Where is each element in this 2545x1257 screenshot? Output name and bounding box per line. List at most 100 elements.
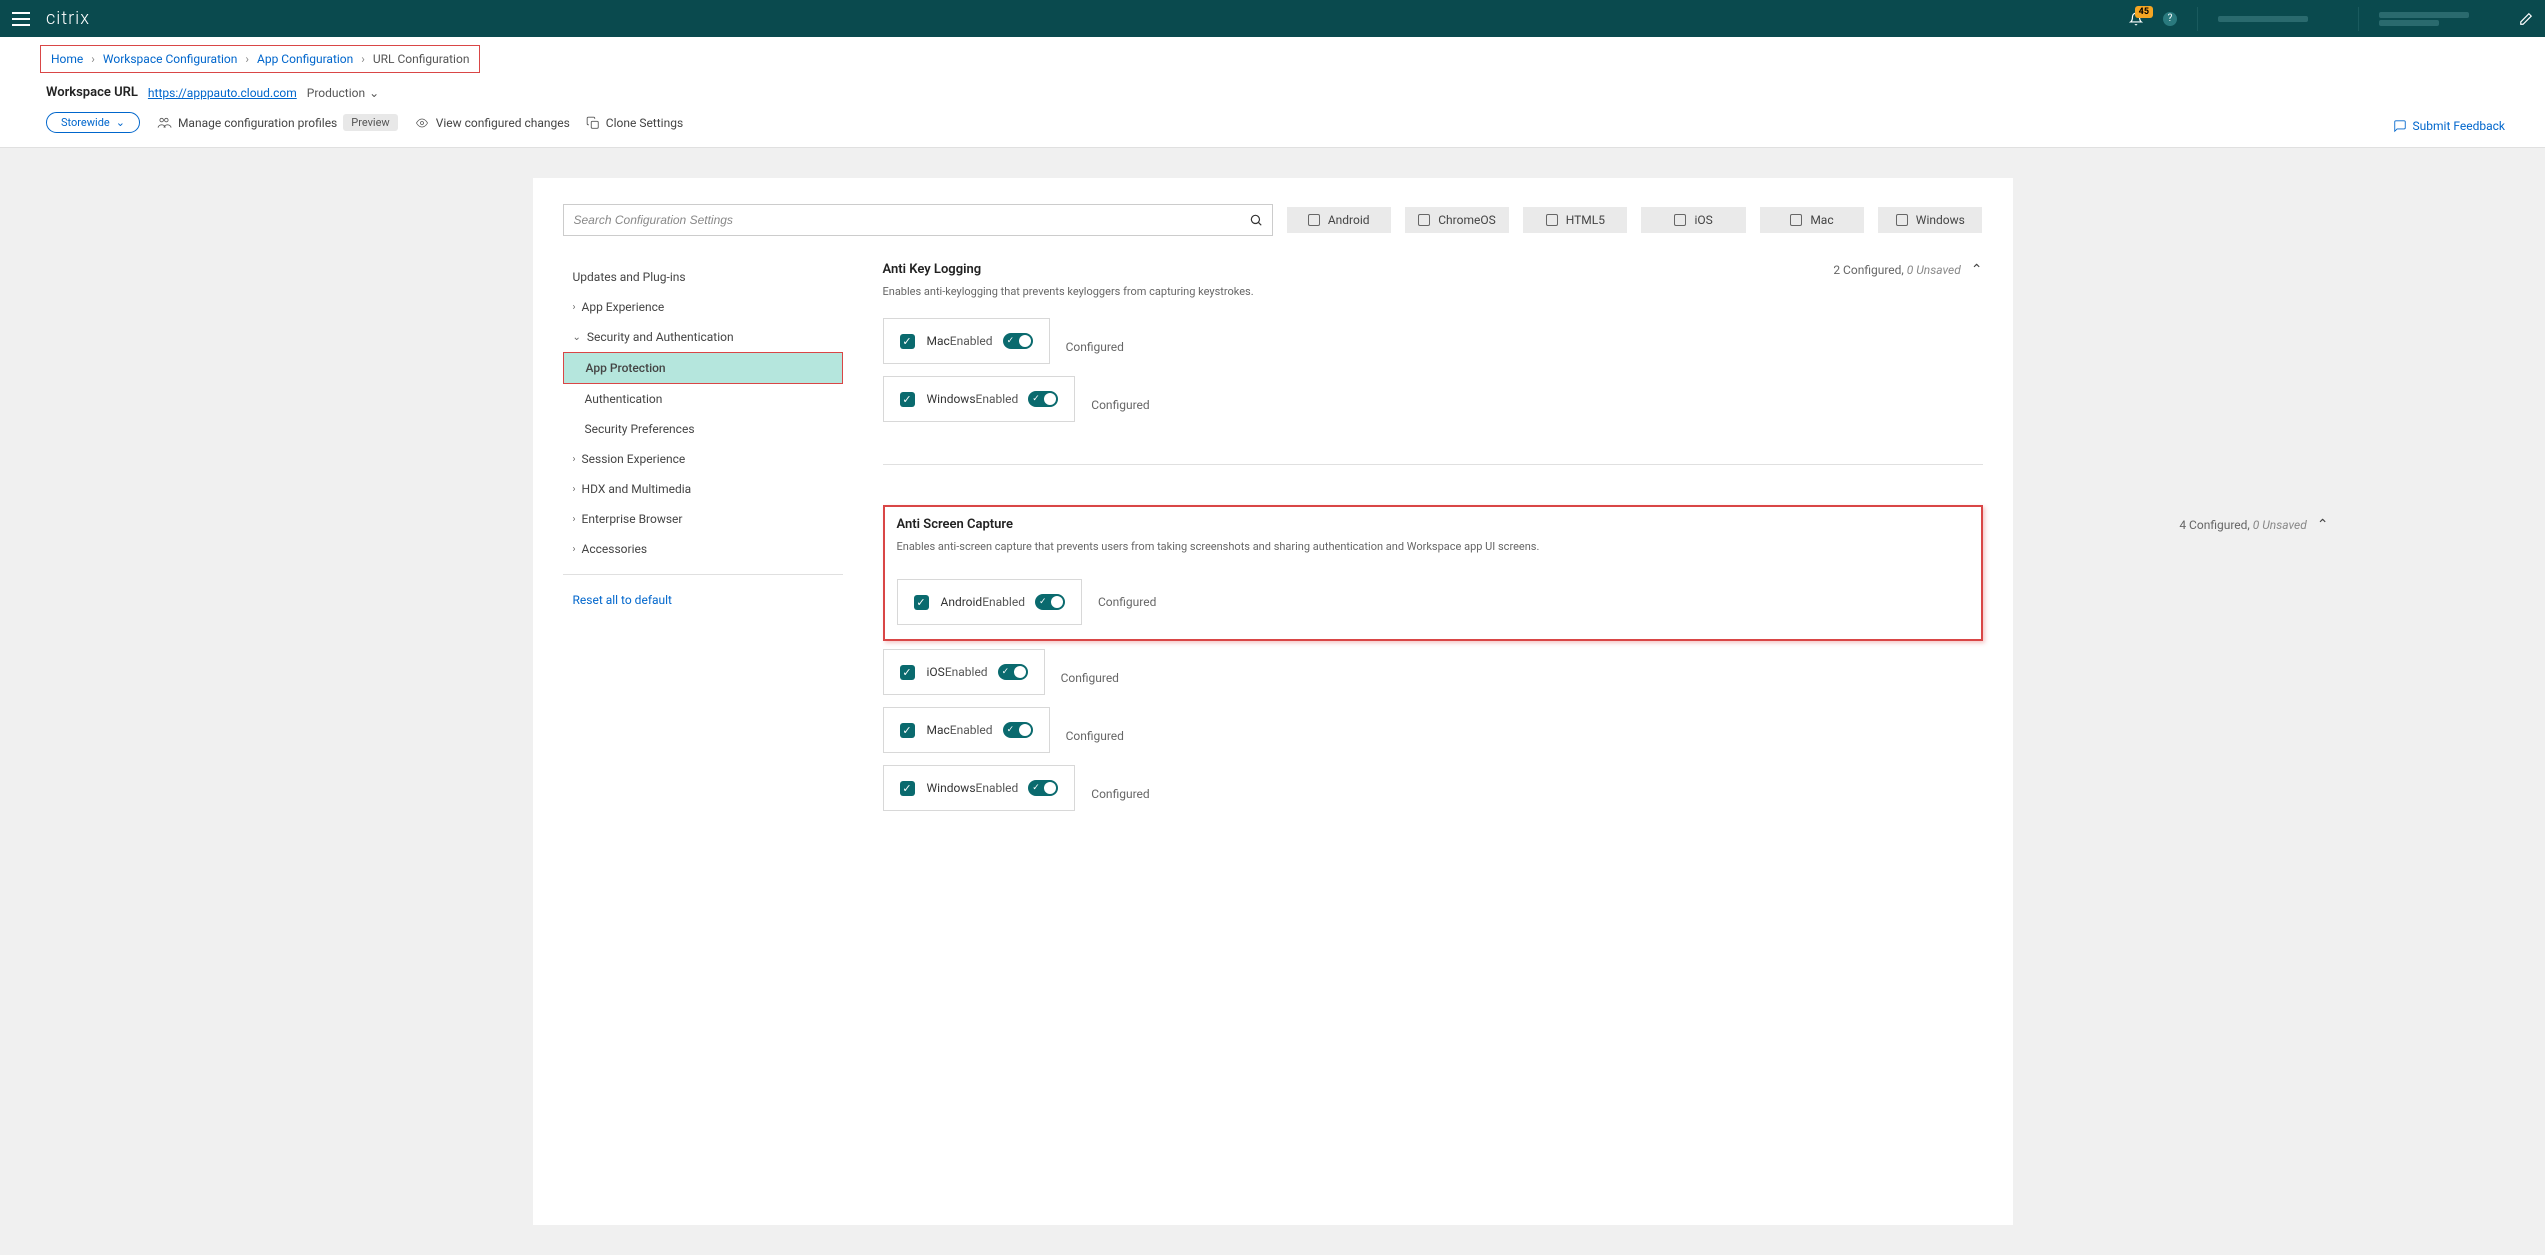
sidebar-item-security-auth[interactable]: ⌄Security and Authentication <box>563 322 843 352</box>
platform-name: Windows <box>927 781 976 795</box>
breadcrumb-app-config[interactable]: App Configuration <box>257 52 353 66</box>
section-anti-key-logging: Anti Key Logging Enables anti-keylogging… <box>883 262 1983 465</box>
toggle-switch[interactable]: ✓ <box>1003 722 1033 738</box>
checkbox-icon <box>1674 214 1686 226</box>
section-title: Anti Key Logging <box>883 262 1254 277</box>
help-icon[interactable]: ? <box>2163 12 2177 26</box>
sidebar-item-authentication[interactable]: Authentication <box>563 384 843 414</box>
checkbox-checked-icon[interactable]: ✓ <box>900 392 915 407</box>
checkbox-checked-icon[interactable]: ✓ <box>900 723 915 738</box>
chevron-right-icon: › <box>91 52 95 66</box>
platform-name: Mac <box>927 723 950 737</box>
filter-label: HTML5 <box>1566 213 1605 227</box>
toggle-switch[interactable]: ✓ <box>1028 780 1058 796</box>
edit-icon[interactable] <box>2519 12 2533 26</box>
chevron-up-icon[interactable]: ⌃ <box>2317 517 2329 533</box>
breadcrumb-workspace-config[interactable]: Workspace Configuration <box>103 52 238 66</box>
enabled-label: Enabled <box>950 723 993 737</box>
platform-row-wrap: ✓ Mac Enabled ✓ Configured <box>883 707 1983 765</box>
manage-profiles-label: Manage configuration profiles <box>178 116 337 130</box>
environment-dropdown[interactable]: Production ⌄ <box>307 86 379 100</box>
status-label: Configured <box>1066 729 1146 743</box>
search-icon[interactable] <box>1249 213 1263 227</box>
view-changes-label: View configured changes <box>436 116 570 130</box>
sidebar-item-app-experience[interactable]: ›App Experience <box>563 292 843 322</box>
checkbox-checked-icon[interactable]: ✓ <box>900 665 915 680</box>
view-changes-button[interactable]: View configured changes <box>414 116 570 130</box>
platform-row-ios: ✓ iOS Enabled ✓ <box>883 649 1045 695</box>
breadcrumb-home[interactable]: Home <box>51 52 83 66</box>
search-input[interactable] <box>563 204 1273 236</box>
platform-row-android: ✓ Android Enabled ✓ <box>897 579 1082 625</box>
configured-count: 2 Configured, <box>1833 263 1903 277</box>
menu-icon[interactable] <box>12 12 30 26</box>
sidebar-item-security-prefs[interactable]: Security Preferences <box>563 414 843 444</box>
user-label <box>2379 12 2499 26</box>
checkbox-icon <box>1790 214 1802 226</box>
toggle-switch[interactable]: ✓ <box>1028 391 1058 407</box>
checkbox-icon <box>1308 214 1320 226</box>
checkbox-checked-icon[interactable]: ✓ <box>900 334 915 349</box>
filter-mac[interactable]: Mac <box>1760 207 1864 233</box>
preview-badge: Preview <box>343 114 397 131</box>
filter-html5[interactable]: HTML5 <box>1523 207 1627 233</box>
toggle-switch[interactable]: ✓ <box>998 664 1028 680</box>
workspace-url-link[interactable]: https://apppauto.cloud.com <box>148 86 297 100</box>
platform-name: Mac <box>927 334 950 348</box>
sidebar-item-app-protection[interactable]: App Protection <box>563 352 843 384</box>
section-description: Enables anti-keylogging that prevents ke… <box>883 285 1254 298</box>
filter-label: Mac <box>1810 213 1833 227</box>
chevron-right-icon: › <box>361 52 365 66</box>
chevron-right-icon: › <box>573 302 576 313</box>
sidebar-item-accessories[interactable]: ›Accessories <box>563 534 843 564</box>
manage-profiles-button[interactable]: Manage configuration profiles Preview <box>156 114 398 131</box>
checkbox-checked-icon[interactable]: ✓ <box>914 595 929 610</box>
filter-windows[interactable]: Windows <box>1878 207 1982 233</box>
sidebar-nav: Updates and Plug-ins ›App Experience ⌄Se… <box>563 262 843 863</box>
submit-feedback-label: Submit Feedback <box>2413 119 2505 133</box>
tenant-label <box>2218 16 2338 22</box>
section-meta: 4 Configured, 0 Unsaved ⌃ <box>2179 517 2328 533</box>
notification-badge: 45 <box>2135 6 2153 18</box>
top-bar: Home › Workspace Configuration › App Con… <box>0 37 2545 148</box>
clone-settings-button[interactable]: Clone Settings <box>586 116 683 130</box>
sidebar-item-enterprise-browser[interactable]: › Enterprise Browser <box>563 504 843 534</box>
status-label: Configured <box>1091 398 1171 412</box>
chevron-up-icon[interactable]: ⌃ <box>1971 262 1983 278</box>
section-header: Anti Key Logging Enables anti-keylogging… <box>883 262 1983 318</box>
unsaved-count: 0 Unsaved <box>2253 518 2307 532</box>
toggle-switch[interactable]: ✓ <box>1003 333 1033 349</box>
logo: citrix <box>46 8 90 29</box>
header-left: citrix <box>12 8 90 29</box>
toggle-switch[interactable]: ✓ <box>1035 594 1065 610</box>
sidebar-item-label: Enterprise Browser <box>582 512 683 526</box>
sidebar-item-label: Session Experience <box>582 452 686 466</box>
storewide-dropdown[interactable]: Storewide ⌄ <box>46 112 140 133</box>
enabled-label: Enabled <box>950 334 993 348</box>
sidebar-item-label: Updates and Plug-ins <box>573 270 686 284</box>
environment-label: Production <box>307 86 365 100</box>
app-header: citrix 45 ? <box>0 0 2545 37</box>
sidebar-item-label: HDX and Multimedia <box>582 482 692 496</box>
platform-row-wrap: ✓ Windows Enabled ✓ Configured <box>883 376 1983 434</box>
sidebar-item-updates[interactable]: Updates and Plug-ins <box>563 262 843 292</box>
reset-all-button[interactable]: Reset all to default <box>563 585 843 615</box>
sidebar-item-hdx[interactable]: ›HDX and Multimedia <box>563 474 843 504</box>
platform-row-windows: ✓ Windows Enabled ✓ <box>883 765 1076 811</box>
storewide-label: Storewide <box>61 116 110 129</box>
checkbox-checked-icon[interactable]: ✓ <box>900 781 915 796</box>
platform-row-windows: ✓ Windows Enabled ✓ <box>883 376 1076 422</box>
checkbox-icon <box>1896 214 1908 226</box>
divider <box>2197 7 2198 31</box>
filter-label: ChromeOS <box>1438 213 1495 227</box>
enabled-label: Enabled <box>982 595 1025 609</box>
sidebar-item-session-experience[interactable]: ›Session Experience <box>563 444 843 474</box>
filter-ios[interactable]: iOS <box>1641 207 1745 233</box>
submit-feedback-button[interactable]: Submit Feedback <box>2393 119 2505 133</box>
filter-android[interactable]: Android <box>1287 207 1391 233</box>
filter-chromeos[interactable]: ChromeOS <box>1405 207 1509 233</box>
checkbox-icon <box>1546 214 1558 226</box>
filter-row: Android ChromeOS HTML5 iOS Mac Windows <box>563 204 1983 236</box>
notifications-button[interactable]: 45 <box>2129 12 2143 26</box>
chevron-right-icon: › <box>573 514 576 525</box>
